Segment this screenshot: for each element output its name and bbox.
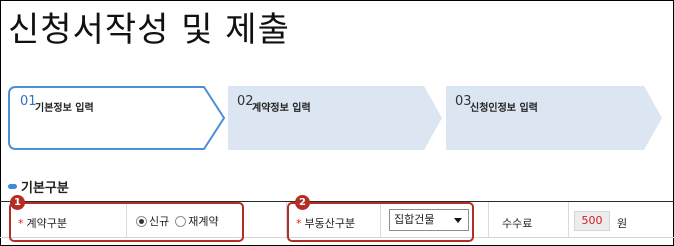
column-divider <box>568 202 569 238</box>
step-arrow-shape <box>446 86 662 150</box>
fee-unit: 원 <box>617 217 628 230</box>
step-label: 신청인정보 입력 <box>470 103 538 114</box>
callout-badge-1: 1 <box>10 195 25 210</box>
step-applicant-info[interactable]: 03 신청인정보 입력 <box>446 86 662 150</box>
step-arrow-shape <box>228 86 442 150</box>
bullet-icon <box>8 184 17 189</box>
callout-box-1 <box>9 202 244 242</box>
step-arrow-shape <box>8 86 226 150</box>
callout-badge-2: 2 <box>295 195 310 210</box>
page-title: 신청서작성 및 제출 <box>8 10 290 50</box>
step-contract-info[interactable]: 02 계약정보 입력 <box>228 86 442 150</box>
column-divider <box>488 202 489 238</box>
fee-label: 수수료 <box>502 217 533 230</box>
step-label: 기본정보 입력 <box>35 103 94 114</box>
callout-box-2 <box>287 202 474 242</box>
section-title: 기본구분 <box>21 181 69 196</box>
step-basic-info[interactable]: 01 기본정보 입력 <box>8 86 226 150</box>
step-label: 계약정보 입력 <box>252 103 311 114</box>
fee-value: 500 <box>574 211 610 231</box>
section-header: 기본구분 <box>8 177 69 196</box>
